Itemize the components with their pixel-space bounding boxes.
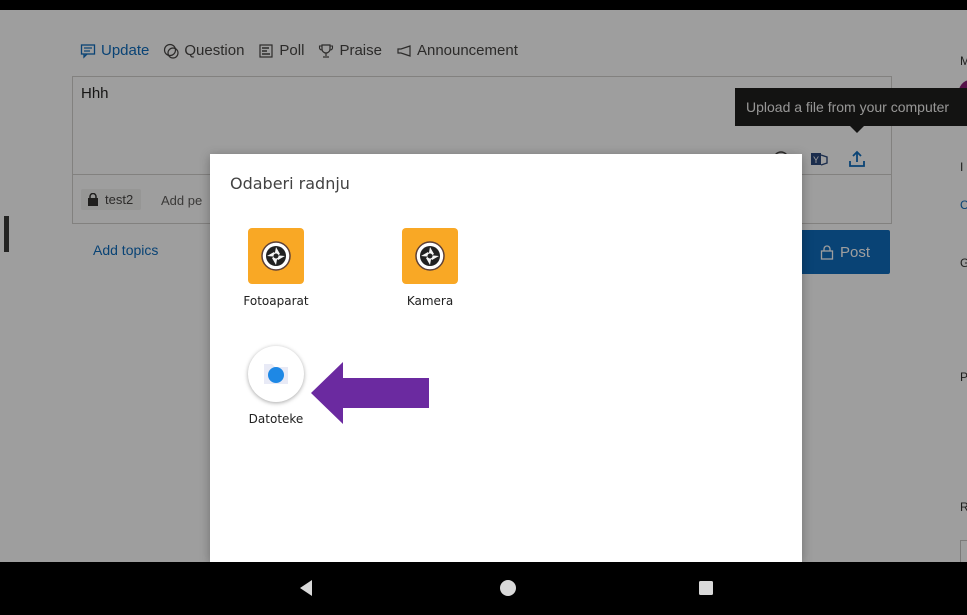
app-label: Kamera — [406, 294, 454, 308]
camera-aperture-icon — [248, 228, 304, 284]
back-icon[interactable] — [296, 576, 320, 600]
pointer-arrow-icon — [311, 362, 429, 424]
camera-aperture-icon — [402, 228, 458, 284]
android-nav-bar — [0, 562, 967, 615]
files-icon — [248, 346, 304, 402]
recents-icon[interactable] — [694, 576, 718, 600]
app-label: Fotoaparat — [243, 294, 309, 308]
status-bar — [0, 0, 967, 10]
home-icon[interactable] — [496, 576, 520, 600]
app-kamera[interactable]: Kamera — [380, 228, 480, 308]
dialog-title: Odaberi radnju — [230, 174, 350, 193]
app-fotoaparat[interactable]: Fotoaparat — [226, 228, 326, 308]
choose-action-dialog: Odaberi radnju Fotoaparat Kamera Datotek… — [210, 154, 802, 562]
